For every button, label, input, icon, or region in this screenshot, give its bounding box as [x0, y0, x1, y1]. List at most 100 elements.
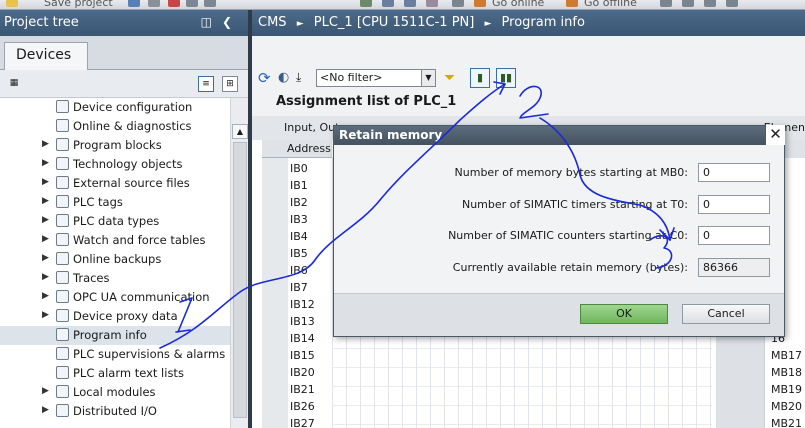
save-icon[interactable] — [128, 0, 140, 7]
used-memory-button[interactable]: ▮ — [470, 68, 490, 88]
tree-item-label: PLC alarm text lists — [73, 366, 184, 380]
display-options-icon[interactable]: ◐ — [278, 70, 294, 86]
pane-layout-icon[interactable]: ◫ — [201, 15, 222, 29]
save-project-button[interactable]: Save project — [44, 0, 113, 9]
dialog-title-bar[interactable]: Retain memory — [334, 126, 784, 145]
tree-node-icon — [56, 176, 69, 189]
tree-item-label: Device configuration — [73, 100, 193, 114]
scroll-up-icon[interactable]: ▲ — [232, 124, 248, 139]
go-offline-icon[interactable] — [566, 0, 578, 7]
address-cell[interactable]: IB4 — [290, 230, 308, 243]
download-icon[interactable] — [382, 0, 394, 7]
address-cell[interactable]: IB0 — [290, 162, 308, 175]
tree-item-plc-alarm-text-lists[interactable]: PLC alarm text lists — [0, 364, 230, 383]
expand-arrow-icon[interactable]: ▶ — [42, 405, 49, 415]
scroll-thumb[interactable] — [233, 142, 247, 418]
add-device-icon[interactable]: ⊞ — [222, 76, 238, 92]
cross-ref-icon[interactable] — [682, 0, 694, 7]
address-cell[interactable]: IB20 — [290, 366, 315, 379]
filter-select[interactable]: <No filter> ▼ — [316, 69, 436, 87]
retain-count-input[interactable]: 0 — [698, 195, 770, 214]
column-header-address[interactable]: Address — [262, 140, 332, 158]
go-offline-button[interactable]: Go offline — [584, 0, 637, 9]
print-icon[interactable] — [148, 0, 160, 7]
redo-icon[interactable] — [204, 0, 216, 7]
expand-arrow-icon[interactable]: ▶ — [42, 234, 49, 244]
compile-icon[interactable] — [360, 0, 372, 7]
undo-icon[interactable] — [186, 0, 198, 7]
network-view-icon[interactable]: ▦ — [6, 76, 22, 92]
retain-memory-button[interactable]: ▮▮ — [496, 68, 516, 88]
split-vertical-icon[interactable] — [704, 0, 716, 7]
expand-arrow-icon[interactable]: ▶ — [42, 272, 49, 282]
address-cell[interactable]: IB5 — [290, 247, 308, 260]
close-icon[interactable]: ✕ — [765, 125, 785, 145]
row-gutter — [262, 158, 288, 428]
overview-icon[interactable]: ≡ — [198, 76, 214, 92]
expand-arrow-icon[interactable]: ▶ — [42, 158, 49, 168]
split-horizontal-icon[interactable] — [726, 0, 738, 7]
breadcrumb-plc[interactable]: PLC_1 [CPU 1511C-1 PN] — [314, 15, 475, 30]
address-cell[interactable]: IB13 — [290, 315, 315, 328]
accessible-devices-icon[interactable] — [660, 0, 672, 7]
tree-item-label: External source files — [73, 176, 190, 190]
expand-arrow-icon[interactable]: ▶ — [42, 215, 49, 225]
element-cell: MB19 — [771, 383, 803, 396]
collapse-pane-icon[interactable]: ❮ — [222, 15, 242, 29]
address-cell[interactable]: IB1 — [290, 179, 308, 192]
address-cell[interactable]: IB3 — [290, 213, 308, 226]
tree-item-plc-data-types[interactable]: ▶ PLC data types — [0, 212, 230, 231]
tree-item-device-proxy-data[interactable]: ▶ Device proxy data — [0, 307, 230, 326]
filter-icon[interactable]: ⏷ — [444, 70, 460, 86]
tree-item-program-blocks[interactable]: ▶ Program blocks — [0, 136, 230, 155]
expand-arrow-icon[interactable]: ▶ — [42, 139, 49, 149]
expand-arrow-icon[interactable]: ▶ — [42, 291, 49, 301]
address-cell[interactable]: IB15 — [290, 349, 315, 362]
simulation-icon[interactable] — [426, 0, 438, 7]
breadcrumb-program-info[interactable]: Program info — [502, 15, 585, 30]
folder-icon[interactable] — [6, 0, 18, 7]
refresh-icon[interactable]: ⟳ — [258, 70, 274, 86]
address-cell[interactable]: IB2 — [290, 196, 308, 209]
expand-arrow-icon[interactable]: ▶ — [42, 310, 49, 320]
go-online-button[interactable]: Go online — [492, 0, 544, 9]
tree-item-program-info[interactable]: Program info — [0, 326, 230, 345]
address-cell[interactable]: IB21 — [290, 383, 315, 396]
address-cell[interactable]: IB6 — [290, 264, 308, 277]
address-cell[interactable]: IB14 — [290, 332, 315, 345]
tree-item-plc-supervisions-alarms[interactable]: PLC supervisions & alarms — [0, 345, 230, 364]
chevron-down-icon[interactable]: ▼ — [421, 70, 435, 86]
delete-icon[interactable] — [168, 0, 180, 7]
export-icon[interactable]: ⤓ — [296, 70, 312, 86]
tree-scrollbar[interactable]: ▲ — [230, 98, 248, 428]
breadcrumb-cms[interactable]: CMS — [258, 15, 287, 30]
cancel-button[interactable]: Cancel — [682, 304, 770, 324]
tree-item-external-source-files[interactable]: ▶ External source files — [0, 174, 230, 193]
tree-item-distributed-i-o[interactable]: ▶ Distributed I/O — [0, 402, 230, 421]
address-cell[interactable]: IB7 — [290, 281, 308, 294]
tree-item-device-configuration[interactable]: Device configuration — [0, 98, 230, 117]
tree-item-plc-tags[interactable]: ▶ PLC tags — [0, 193, 230, 212]
go-online-icon[interactable] — [474, 0, 486, 7]
tree-item-traces[interactable]: ▶ Traces — [0, 269, 230, 288]
tree-item-local-modules[interactable]: ▶ Local modules — [0, 383, 230, 402]
address-cell[interactable]: IB27 — [290, 417, 315, 428]
upload-icon[interactable] — [404, 0, 416, 7]
tree-item-opc-ua-communication[interactable]: ▶ OPC UA communication — [0, 288, 230, 307]
expand-arrow-icon[interactable]: ▶ — [42, 177, 49, 187]
expand-arrow-icon[interactable]: ▶ — [42, 196, 49, 206]
expand-arrow-icon[interactable]: ▶ — [42, 386, 49, 396]
rt-icon[interactable] — [452, 0, 464, 7]
address-cell[interactable]: IB26 — [290, 400, 315, 413]
tree-item-technology-objects[interactable]: ▶ Technology objects — [0, 155, 230, 174]
tree-item-online-backups[interactable]: ▶ Online backups — [0, 250, 230, 269]
tab-devices[interactable]: Devices — [4, 42, 88, 70]
retain-count-input[interactable]: 0 — [698, 226, 770, 245]
tree-item-label: Technology objects — [73, 157, 183, 171]
tree-item-watch-and-force-tables[interactable]: ▶ Watch and force tables — [0, 231, 230, 250]
address-cell[interactable]: IB12 — [290, 298, 315, 311]
expand-arrow-icon[interactable]: ▶ — [42, 253, 49, 263]
ok-button[interactable]: OK — [580, 304, 668, 324]
retain-count-input[interactable]: 0 — [698, 163, 770, 182]
tree-item-online-diagnostics[interactable]: Online & diagnostics — [0, 117, 230, 136]
